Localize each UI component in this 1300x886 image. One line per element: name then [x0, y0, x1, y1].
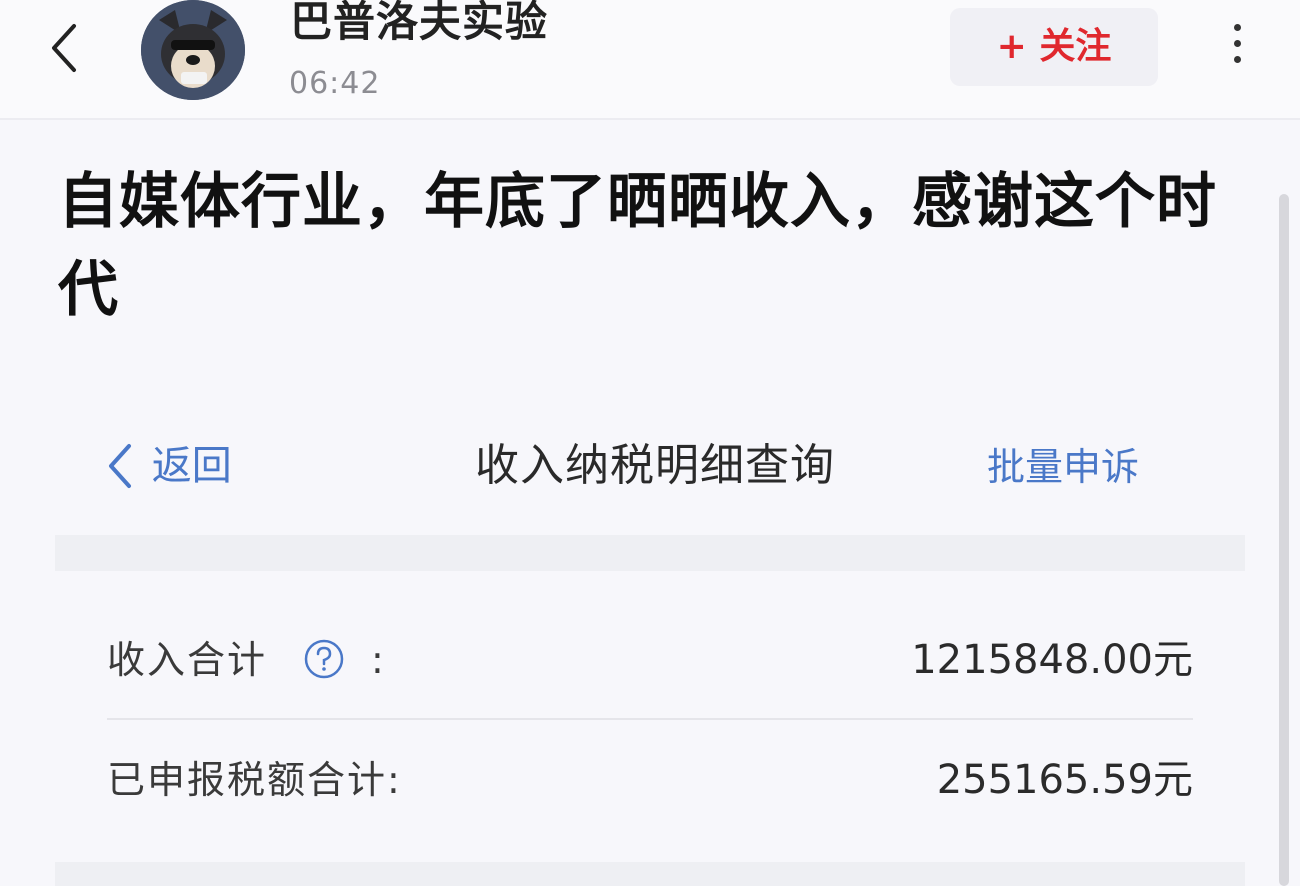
chevron-left-icon [52, 24, 76, 72]
question-circle-icon[interactable] [303, 638, 345, 680]
dog-avatar-icon [141, 0, 245, 100]
embedded-screenshot: 返回 收入纳税明细查询 批量申诉 收入合计 : 1215848.00元 已申报税… [55, 400, 1245, 886]
summary-list: 收入合计 : 1215848.00元 已申报税额合计: 255165.59元 [107, 600, 1193, 838]
declared-tax-total-value: 255165.59元 [936, 757, 1193, 803]
income-total-label: 收入合计 [107, 638, 268, 682]
more-vertical-icon-dot [1233, 40, 1241, 47]
post-time: 06:42 [289, 66, 381, 101]
embedded-back-label: 返回 [151, 443, 232, 489]
embedded-nav-bar: 返回 收入纳税明细查询 批量申诉 [55, 400, 1245, 535]
batch-appeal-button[interactable]: 批量申诉 [987, 440, 1139, 494]
more-vertical-icon [1233, 24, 1241, 31]
more-button[interactable] [1222, 24, 1252, 72]
declared-tax-total-row: 已申报税额合计: 255165.59元 [107, 718, 1193, 838]
author-name[interactable]: 巴普洛夫实验 [290, 0, 548, 44]
more-vertical-icon-dot [1233, 56, 1241, 63]
income-total-value: 1215848.00元 [911, 637, 1193, 683]
back-button[interactable] [44, 20, 88, 76]
post-title: 自媒体行业，年底了晒晒收入，感谢这个时代 [58, 167, 1217, 325]
declared-tax-total-label: 已申报税额合计: [107, 758, 402, 802]
author-avatar[interactable] [141, 0, 245, 100]
section-divider-bottom [55, 862, 1245, 886]
section-divider [55, 535, 1245, 571]
top-bar: 巴普洛夫实验 06:42 + 关注 [0, 0, 1300, 120]
embedded-page-title: 收入纳税明细查询 [475, 440, 835, 491]
chevron-left-icon [109, 444, 131, 488]
embedded-back-button[interactable]: 返回 [103, 438, 232, 494]
scrollbar[interactable] [1279, 194, 1289, 886]
follow-button[interactable]: + 关注 [950, 8, 1158, 86]
income-total-colon: : [371, 638, 384, 682]
income-total-row: 收入合计 : 1215848.00元 [107, 600, 1193, 718]
